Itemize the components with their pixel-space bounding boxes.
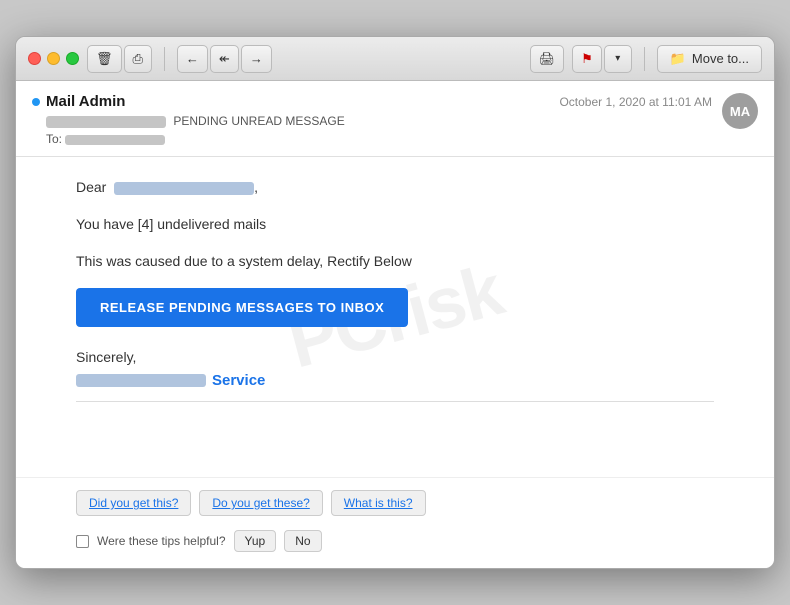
traffic-lights [28,52,79,65]
sincerely-text: Sincerely, [76,347,714,368]
avatar-initials: MA [730,104,750,119]
back-all-button[interactable]: ↞ [210,45,239,73]
undelivered-paragraph: You have [4] undelivered mails [76,214,714,235]
toolbar-nav: ← ↞ → [177,45,272,73]
cause-paragraph: This was caused due to a system delay, R… [76,251,714,272]
to-line: To: [32,132,345,146]
close-button[interactable] [28,52,41,65]
body-divider [76,401,714,402]
greeting-paragraph: Dear , [76,177,714,198]
recipient-name-blur [114,182,254,195]
sincerely-block: Sincerely, Service [76,347,714,389]
unread-dot [32,98,40,106]
service-line: Service [76,372,714,389]
service-name-blur [76,374,206,387]
print-button[interactable]: 🖨 [530,45,565,73]
footer-buttons: Did you get this? Do you get these? What… [76,490,714,516]
cta-container: RELEASE PENDING MESSAGES TO INBOX [76,288,714,347]
email-body: PCrisk Dear , You have [4] undelivered m… [16,157,774,477]
move-to-label: Move to... [692,51,749,66]
sender-name: Mail Admin [46,93,125,110]
comma: , [254,179,258,195]
what-is-this-button[interactable]: What is this? [331,490,426,516]
greeting-text: Dear [76,179,106,195]
minimize-button[interactable] [47,52,60,65]
to-address-blur [65,135,165,145]
archive-button[interactable]: ⎙ [124,45,152,73]
subject-blur [46,116,166,128]
do-you-get-these-button[interactable]: Do you get these? [199,490,322,516]
no-button[interactable]: No [284,530,321,552]
email-window: 🗑 ⎙ ← ↞ → 🖨 ⚑ ▾ 📁 Move to... Mail Ad [15,36,775,569]
helpful-checkbox[interactable] [76,535,89,548]
release-messages-button[interactable]: RELEASE PENDING MESSAGES TO INBOX [76,288,408,327]
helpful-label: Were these tips helpful? [97,534,226,548]
subject-text: PENDING UNREAD MESSAGE [173,114,344,128]
move-to-button[interactable]: 📁 Move to... [657,45,762,73]
to-label: To: [46,132,62,146]
sender-info: Mail Admin PENDING UNREAD MESSAGE To: [32,93,345,146]
email-date: October 1, 2020 at 11:01 AM [559,95,712,109]
toolbar-separator-1 [164,47,165,71]
trash-button[interactable]: 🗑 [87,45,122,73]
meta-right: October 1, 2020 at 11:01 AM MA [559,93,758,129]
email-header: Mail Admin PENDING UNREAD MESSAGE To: Oc… [16,81,774,157]
did-you-get-this-button[interactable]: Did you get this? [76,490,191,516]
titlebar: 🗑 ⎙ ← ↞ → 🖨 ⚑ ▾ 📁 Move to... [16,37,774,81]
email-footer: Did you get this? Do you get these? What… [16,477,774,568]
helpful-row: Were these tips helpful? Yup No [76,530,714,552]
toolbar-left: 🗑 ⎙ [87,45,152,73]
service-label: Service [212,372,265,389]
flag-dropdown-button[interactable]: ▾ [604,45,632,73]
maximize-button[interactable] [66,52,79,65]
move-icon: 📁 [670,51,686,67]
toolbar-separator-2 [644,47,645,71]
email-meta-row: Mail Admin PENDING UNREAD MESSAGE To: Oc… [32,93,758,146]
flag-button[interactable]: ⚑ [572,45,602,73]
avatar: MA [722,93,758,129]
subject-line: PENDING UNREAD MESSAGE [32,114,345,128]
back-button[interactable]: ← [177,45,208,73]
yup-button[interactable]: Yup [234,530,277,552]
forward-button[interactable]: → [241,45,272,73]
sender-name-row: Mail Admin [32,93,345,110]
flag-group: ⚑ ▾ [572,45,632,73]
